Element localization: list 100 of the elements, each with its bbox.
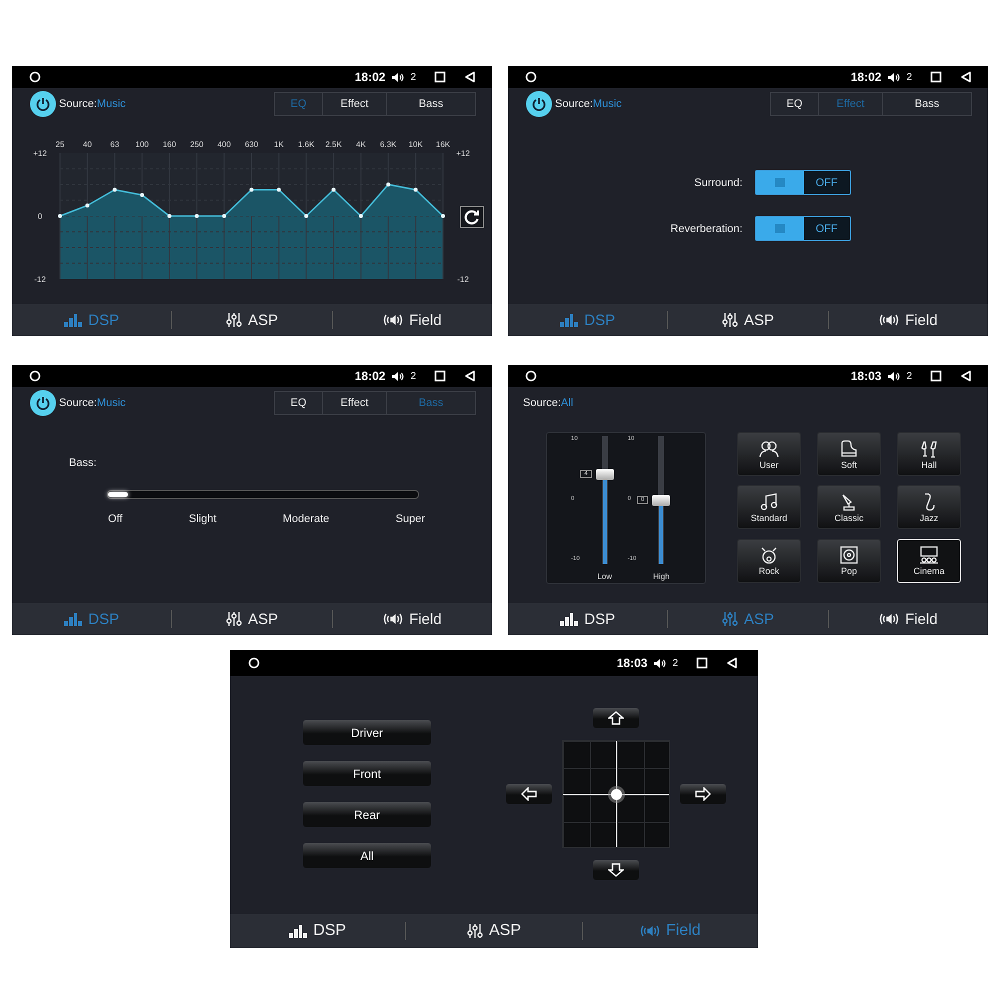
nav-tab[interactable]: DSP (230, 914, 406, 948)
balance-handle[interactable] (611, 789, 622, 800)
nav-tab[interactable]: Field (828, 304, 988, 336)
data-point[interactable] (441, 214, 445, 218)
data-point[interactable] (194, 214, 199, 218)
tab[interactable]: Bass (386, 93, 475, 115)
frequency-label: 250 (190, 140, 204, 149)
balance-pad[interactable] (562, 740, 670, 848)
sliders-icon (466, 923, 483, 939)
power-button[interactable] (526, 91, 552, 117)
left-button[interactable] (506, 784, 552, 804)
home-icon[interactable] (525, 71, 537, 83)
frequency-label: 63 (110, 140, 120, 149)
level-label: Super (396, 513, 425, 525)
data-point[interactable] (222, 214, 226, 218)
data-point[interactable] (140, 193, 144, 197)
frequency-label: 2.5K (325, 140, 342, 149)
reset-icon (464, 209, 480, 225)
toggle-switch[interactable]: OFF (754, 170, 851, 195)
nav-tab[interactable]: Field (332, 304, 492, 336)
frequency-label: 6.3K (380, 140, 397, 149)
preset-button[interactable]: Classic (817, 485, 881, 530)
position-button[interactable]: Driver (303, 720, 431, 745)
data-point[interactable] (386, 182, 390, 186)
level-label: Slight (188, 513, 216, 525)
sliders-icon (722, 312, 738, 328)
slider-thumb[interactable] (108, 492, 128, 497)
recent-apps-icon[interactable] (930, 71, 942, 83)
data-point[interactable] (332, 188, 336, 192)
nav-tab[interactable]: Field (332, 603, 492, 635)
back-icon[interactable] (464, 71, 476, 83)
home-icon[interactable] (29, 71, 41, 83)
bar-chart-icon (560, 612, 578, 626)
tab[interactable]: EQ (771, 93, 818, 115)
data-point[interactable] (58, 214, 62, 218)
frequency-label: 630 (244, 140, 258, 149)
back-icon[interactable] (960, 370, 972, 382)
preset-button[interactable]: Standard (737, 485, 801, 530)
right-arrow-icon (695, 787, 711, 801)
recent-apps-icon[interactable] (434, 71, 446, 83)
slider-thumb[interactable] (652, 495, 670, 506)
speaker-icon (383, 313, 404, 327)
home-icon[interactable] (29, 370, 41, 382)
nav-tab[interactable]: ASP (668, 304, 828, 336)
back-icon[interactable] (726, 657, 738, 669)
bar-chart-icon (64, 612, 82, 626)
volume-level-text: 2 (906, 370, 912, 382)
back-icon[interactable] (464, 370, 476, 382)
recent-apps-icon[interactable] (930, 370, 942, 382)
position-button[interactable]: All (303, 843, 431, 868)
tab[interactable]: EQ (275, 392, 322, 414)
recent-apps-icon[interactable] (696, 657, 708, 669)
recent-apps-icon[interactable] (434, 370, 446, 382)
tab[interactable]: Effect (322, 93, 386, 115)
tab[interactable]: Effect (322, 392, 386, 414)
data-point[interactable] (414, 188, 418, 192)
data-point[interactable] (85, 204, 90, 208)
nav-tab[interactable]: DSP (508, 603, 668, 635)
tab[interactable]: Bass (882, 93, 971, 115)
power-icon (531, 96, 547, 112)
down-button[interactable] (593, 860, 639, 880)
slider-thumb[interactable] (596, 469, 614, 480)
preset-button[interactable]: Rock (737, 538, 801, 583)
power-button[interactable] (30, 390, 56, 416)
clock-text: 18:02 (354, 70, 386, 84)
home-icon[interactable] (248, 657, 260, 669)
data-point[interactable] (358, 214, 363, 218)
data-point[interactable] (276, 188, 281, 192)
speaker-icon (879, 612, 900, 626)
sliders-icon (226, 611, 242, 627)
nav-tab[interactable]: Field (828, 603, 988, 635)
nav-tab[interactable]: ASP (406, 914, 582, 948)
preset-button[interactable]: Jazz (897, 485, 961, 530)
back-icon[interactable] (960, 71, 972, 83)
data-point[interactable] (112, 188, 117, 192)
position-button[interactable]: Rear (303, 802, 431, 827)
preset-button[interactable]: Pop (817, 538, 881, 583)
axis-label: +12 (33, 149, 47, 158)
data-point[interactable] (304, 214, 308, 218)
reset-button[interactable] (460, 206, 484, 228)
data-point[interactable] (250, 188, 254, 192)
preset-button[interactable]: Soft (817, 432, 881, 476)
preset-button[interactable]: User (737, 432, 801, 476)
nav-tab[interactable]: ASP (172, 304, 332, 336)
preset-button[interactable]: Hall (897, 432, 961, 476)
up-button[interactable] (593, 708, 639, 728)
volume-level-text: 2 (906, 72, 912, 82)
home-icon[interactable] (525, 370, 537, 382)
up-arrow-icon (608, 711, 624, 725)
right-button[interactable] (680, 784, 726, 804)
slider-track[interactable] (107, 490, 419, 499)
toggle-switch[interactable]: OFF (754, 216, 851, 241)
position-button[interactable]: Front (303, 761, 431, 786)
power-button[interactable] (30, 91, 56, 117)
setting-label: Surround: (693, 176, 743, 188)
sliders-icon (226, 312, 242, 328)
clock-text: 18:03 (850, 369, 882, 383)
data-point[interactable] (167, 214, 172, 218)
preset-button[interactable]: Cinema (897, 538, 961, 583)
nav-tab[interactable]: ASP (172, 603, 332, 635)
